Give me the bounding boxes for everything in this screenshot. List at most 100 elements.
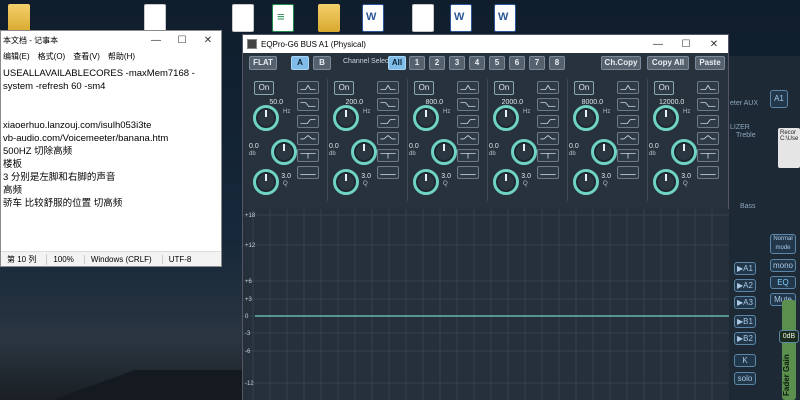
q-knob[interactable] xyxy=(333,169,359,195)
spreadsheet-icon[interactable] xyxy=(272,4,294,32)
close-button[interactable]: ✕ xyxy=(700,39,728,50)
filter-shape-icon[interactable] xyxy=(697,132,719,145)
gain-knob[interactable] xyxy=(671,139,697,165)
copy-all-button[interactable]: Copy All xyxy=(647,56,689,70)
filter-shape-icon[interactable] xyxy=(617,98,639,111)
word-document-icon[interactable] xyxy=(494,4,516,32)
channel-1-button[interactable]: 1 xyxy=(409,56,425,70)
bus-a3-button[interactable]: ▶A3 xyxy=(734,296,756,309)
paste-button[interactable]: Paste xyxy=(695,56,725,70)
q-knob[interactable] xyxy=(493,169,519,195)
band-on-button[interactable]: On xyxy=(494,81,514,95)
word-document-icon[interactable] xyxy=(362,4,384,32)
band-on-button[interactable]: On xyxy=(334,81,354,95)
maximize-button[interactable]: ☐ xyxy=(672,39,700,50)
filter-shape-icon[interactable] xyxy=(537,115,559,128)
document-icon[interactable] xyxy=(144,4,166,32)
gain-knob[interactable] xyxy=(591,139,617,165)
channel-2-button[interactable]: 2 xyxy=(429,56,445,70)
filter-shape-icon[interactable] xyxy=(297,132,319,145)
menu-format[interactable]: 格式(O) xyxy=(38,51,66,62)
gain-knob[interactable] xyxy=(511,139,537,165)
channel-4-button[interactable]: 4 xyxy=(469,56,485,70)
filter-shape-icon[interactable] xyxy=(617,115,639,128)
folder-icon[interactable] xyxy=(318,4,340,32)
filter-shape-icon[interactable] xyxy=(617,166,639,179)
filter-shape-icon[interactable] xyxy=(537,98,559,111)
filter-shape-icon[interactable] xyxy=(457,166,479,179)
a1-button[interactable]: A1 xyxy=(770,90,788,108)
filter-shape-icon[interactable] xyxy=(537,132,559,145)
bus-b1-button[interactable]: ▶B1 xyxy=(734,315,756,328)
eq-button[interactable]: EQ xyxy=(770,276,796,289)
filter-shape-icon[interactable] xyxy=(377,166,399,179)
gain-knob[interactable] xyxy=(431,139,457,165)
filter-shape-icon[interactable] xyxy=(537,149,559,162)
frequency-knob[interactable] xyxy=(413,105,439,131)
eq-response-plot[interactable]: +18 +12 +6 +3 0 -3 -6 -12 xyxy=(243,209,729,400)
filter-shape-icon[interactable] xyxy=(457,149,479,162)
channel-5-button[interactable]: 5 xyxy=(489,56,505,70)
gain-knob[interactable] xyxy=(271,139,297,165)
bus-b2-button[interactable]: ▶B2 xyxy=(734,332,756,345)
band-on-button[interactable]: On xyxy=(414,81,434,95)
filter-shape-icon[interactable] xyxy=(377,81,399,94)
q-knob[interactable] xyxy=(653,169,679,195)
eq-titlebar[interactable]: EQPro-G6 BUS A1 (Physical) — ☐ ✕ xyxy=(243,35,728,53)
k-button[interactable]: K xyxy=(734,354,756,367)
filter-shape-icon[interactable] xyxy=(377,98,399,111)
gain-knob[interactable] xyxy=(351,139,377,165)
channel-8-button[interactable]: 8 xyxy=(549,56,565,70)
menu-view[interactable]: 查看(V) xyxy=(73,51,100,62)
frequency-knob[interactable] xyxy=(333,105,359,131)
channel-6-button[interactable]: 6 xyxy=(509,56,525,70)
flat-button[interactable]: FLAT xyxy=(249,56,277,70)
frequency-knob[interactable] xyxy=(653,105,679,131)
document-icon[interactable] xyxy=(232,4,254,32)
filter-shape-icon[interactable] xyxy=(297,81,319,94)
normal-mode-button[interactable]: Normal mode xyxy=(770,234,796,254)
filter-shape-icon[interactable] xyxy=(537,166,559,179)
filter-shape-icon[interactable] xyxy=(617,132,639,145)
filter-shape-icon[interactable] xyxy=(617,149,639,162)
filter-shape-icon[interactable] xyxy=(537,81,559,94)
notepad-titlebar[interactable]: 本文档 - 记事本 — ☐ ✕ xyxy=(1,31,221,49)
q-knob[interactable] xyxy=(253,169,279,195)
maximize-button[interactable]: ☐ xyxy=(169,35,195,46)
filter-shape-icon[interactable] xyxy=(297,166,319,179)
mono-button[interactable]: mono xyxy=(770,259,796,272)
filter-shape-icon[interactable] xyxy=(377,115,399,128)
minimize-button[interactable]: — xyxy=(143,35,169,46)
menu-help[interactable]: 帮助(H) xyxy=(108,51,135,62)
folder-icon[interactable] xyxy=(8,4,30,32)
filter-shape-icon[interactable] xyxy=(697,149,719,162)
close-button[interactable]: ✕ xyxy=(195,35,221,46)
filter-shape-icon[interactable] xyxy=(297,115,319,128)
ch-copy-button[interactable]: Ch.Copy xyxy=(601,56,641,70)
band-on-button[interactable]: On xyxy=(654,81,674,95)
frequency-knob[interactable] xyxy=(253,105,279,131)
solo-button[interactable]: solo xyxy=(734,372,756,385)
document-icon[interactable] xyxy=(412,4,434,32)
filter-shape-icon[interactable] xyxy=(457,81,479,94)
filter-shape-icon[interactable] xyxy=(697,98,719,111)
filter-shape-icon[interactable] xyxy=(697,81,719,94)
filter-shape-icon[interactable] xyxy=(457,98,479,111)
bus-a2-button[interactable]: ▶A2 xyxy=(734,279,756,292)
bus-a1-button[interactable]: ▶A1 xyxy=(734,262,756,275)
preset-b-button[interactable]: B xyxy=(313,56,331,70)
filter-shape-icon[interactable] xyxy=(457,115,479,128)
minimize-button[interactable]: — xyxy=(644,39,672,50)
filter-shape-icon[interactable] xyxy=(377,132,399,145)
filter-shape-icon[interactable] xyxy=(297,149,319,162)
channel-7-button[interactable]: 7 xyxy=(529,56,545,70)
channel-all-button[interactable]: All xyxy=(388,56,406,70)
preset-a-button[interactable]: A xyxy=(291,56,309,70)
band-on-button[interactable]: On xyxy=(574,81,594,95)
filter-shape-icon[interactable] xyxy=(697,115,719,128)
channel-3-button[interactable]: 3 xyxy=(449,56,465,70)
word-document-icon[interactable] xyxy=(450,4,472,32)
filter-shape-icon[interactable] xyxy=(697,166,719,179)
frequency-knob[interactable] xyxy=(493,105,519,131)
filter-shape-icon[interactable] xyxy=(617,81,639,94)
